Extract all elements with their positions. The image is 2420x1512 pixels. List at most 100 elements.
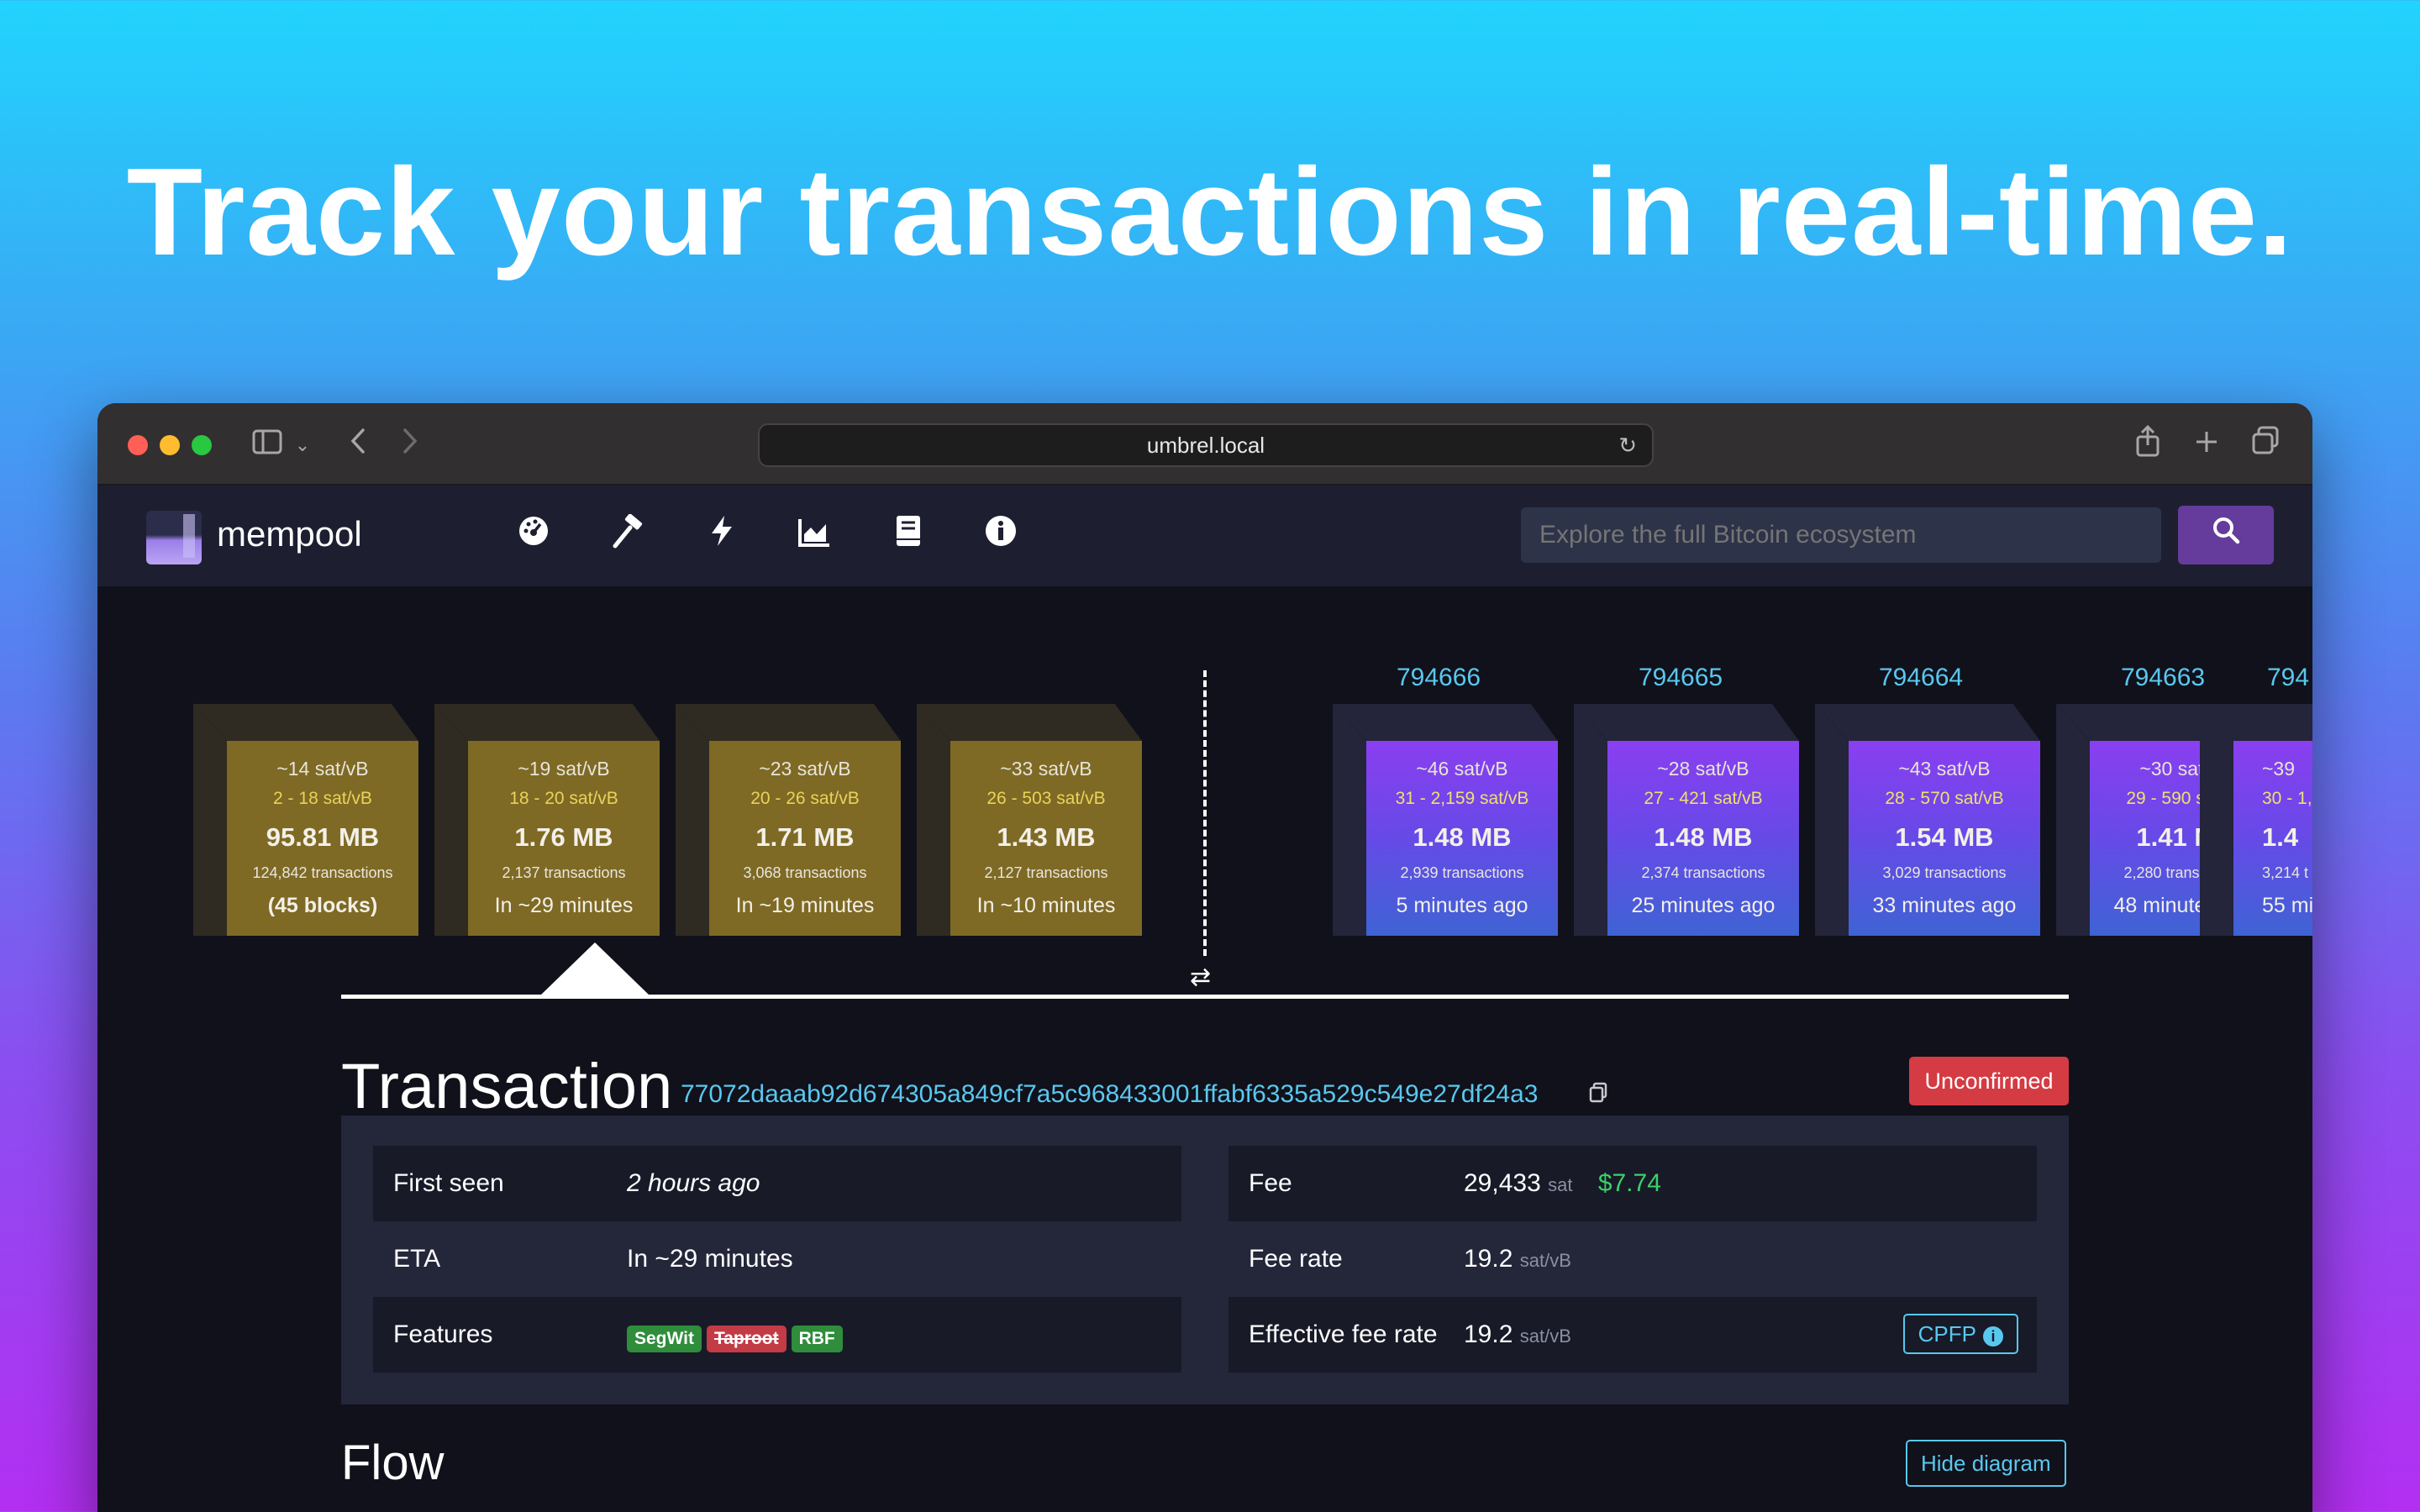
block-eta: In ~19 minutes (735, 894, 875, 917)
block-median-fee: ~28 sat/vB (1657, 758, 1749, 780)
block-tx-count: 2,127 transactions (984, 864, 1108, 881)
tab-overview-icon[interactable] (2249, 425, 2282, 465)
share-icon[interactable] (2131, 424, 2165, 465)
reload-icon[interactable]: ↻ (1618, 425, 1637, 465)
selected-block-pointer (539, 942, 650, 996)
mempool-block[interactable]: ~19 sat/vB 18 - 20 sat/vB 1.76 MB 2,137 … (434, 704, 660, 936)
features-label: Features (393, 1320, 493, 1348)
mined-block[interactable]: ~46 sat/vB 31 - 2,159 sat/vB 1.48 MB 2,9… (1333, 704, 1558, 936)
features-row: Features SegWit Taproot RBF (373, 1297, 1181, 1373)
block-median-fee: ~33 sat/vB (1000, 758, 1092, 780)
forward-icon[interactable] (393, 425, 427, 465)
status-badge: Unconfirmed (1909, 1057, 2069, 1105)
block-height-link[interactable]: 794666 (1397, 664, 1481, 692)
block-size: 1.48 MB (1654, 822, 1753, 852)
effective-fee-rate-row: Effective fee rate 19.2 sat/vB CPFP i (1228, 1297, 2037, 1373)
block-eta: In ~29 minutes (494, 894, 634, 917)
maximize-window-button[interactable] (192, 435, 212, 455)
page-content: ~14 sat/vB 2 - 18 sat/vB 95.81 MB 124,84… (97, 586, 2312, 1512)
app-navbar: mempool (97, 486, 2312, 586)
block-tx-count: 3,068 transactions (743, 864, 867, 881)
fee-usd-value: $7.74 (1597, 1169, 1661, 1197)
block-height-link[interactable]: 794663 (2121, 664, 2205, 692)
block-age: 5 minutes ago (1396, 894, 1528, 917)
transaction-details: First seen 2 hours ago ETA In ~29 minute… (341, 1116, 2069, 1404)
mined-block[interactable]: ~28 sat/vB 27 - 421 sat/vB 1.48 MB 2,374… (1574, 704, 1799, 936)
mempool-block[interactable]: ~14 sat/vB 2 - 18 sat/vB 95.81 MB 124,84… (193, 704, 418, 936)
info-icon: i (1983, 1326, 2003, 1347)
block-tx-count: 2,939 transactions (1400, 864, 1524, 881)
block-age: 33 minutes ago (1872, 894, 2017, 917)
taproot-badge[interactable]: Taproot (706, 1326, 786, 1352)
block-fee-range: 30 - 1, (2262, 789, 2312, 808)
swap-direction-icon[interactable]: ⇄ (1190, 963, 1211, 992)
first-seen-value: 2 hours ago (627, 1169, 760, 1197)
block-age: 55 mi (2262, 894, 2312, 917)
copy-icon[interactable] (1588, 1082, 1608, 1110)
address-bar[interactable]: umbrel.local ↻ (758, 423, 1654, 467)
chevron-down-icon[interactable]: ⌄ (292, 425, 313, 465)
transaction-id-link[interactable]: 77072daaab92d674305a849cf7a5c968433001ff… (681, 1080, 1538, 1109)
effective-fee-rate-unit: sat/vB (1519, 1326, 1571, 1347)
lightning-icon[interactable] (699, 514, 744, 559)
block-height-link[interactable]: 794664 (1879, 664, 1963, 692)
block-age: 25 minutes ago (1631, 894, 1776, 917)
docs-icon[interactable] (886, 514, 931, 559)
block-fee-range: 20 - 26 sat/vB (750, 789, 860, 808)
block-tx-count: 2,374 transactions (1641, 864, 1765, 881)
block-size: 1.43 MB (997, 822, 1096, 852)
block-median-fee: ~39 (2262, 758, 2296, 780)
block-height-link[interactable]: 794 (2267, 664, 2309, 692)
block-tx-count: 3,029 transactions (1882, 864, 2007, 881)
cpfp-button[interactable]: CPFP i (1902, 1314, 2018, 1354)
block-size: 1.54 MB (1895, 822, 1994, 852)
fee-rate-unit: sat/vB (1519, 1250, 1571, 1271)
block-height-link[interactable]: 794665 (1639, 664, 1723, 692)
block-size: 1.71 MB (755, 822, 855, 852)
hide-diagram-button[interactable]: Hide diagram (1906, 1440, 2066, 1487)
close-window-button[interactable] (128, 435, 148, 455)
search-icon (2213, 517, 2240, 544)
fee-value: 29,433 (1464, 1169, 1541, 1197)
eta-label: ETA (393, 1245, 441, 1273)
mempool-block[interactable]: ~33 sat/vB 26 - 503 sat/vB 1.43 MB 2,127… (917, 704, 1142, 936)
dashboard-icon[interactable] (511, 514, 556, 559)
eta-row: ETA In ~29 minutes (373, 1221, 1181, 1297)
block-median-fee: ~19 sat/vB (518, 758, 610, 780)
segwit-badge[interactable]: SegWit (627, 1326, 702, 1352)
block-eta: In ~10 minutes (976, 894, 1116, 917)
block-fee-range: 31 - 2,159 sat/vB (1395, 789, 1529, 808)
search-input[interactable] (1521, 507, 2161, 563)
block-size: 95.81 MB (266, 822, 380, 852)
fee-rate-value: 19.2 (1464, 1245, 1513, 1273)
browser-window: ⌄ umbrel.local ↻ mempool Explore the ful… (97, 403, 2312, 1512)
app-name[interactable]: mempool (217, 514, 362, 554)
minimize-window-button[interactable] (160, 435, 180, 455)
graphs-icon[interactable] (792, 514, 837, 559)
mined-block[interactable]: ~39 30 - 1, 1.4 3,214 t 55 mi (2200, 704, 2312, 936)
block-fee-range: 27 - 421 sat/vB (1644, 789, 1763, 808)
block-median-fee: ~43 sat/vB (1898, 758, 1991, 780)
mined-block[interactable]: ~43 sat/vB 28 - 570 sat/vB 1.54 MB 3,029… (1815, 704, 2040, 936)
block-size: 1.4 (2262, 822, 2299, 852)
block-tx-count: 3,214 t (2262, 864, 2309, 881)
block-size: 1.48 MB (1413, 822, 1512, 852)
back-icon[interactable] (341, 425, 375, 465)
url-text: umbrel.local (1146, 433, 1265, 458)
mempool-block[interactable]: ~23 sat/vB 20 - 26 sat/vB 1.71 MB 3,068 … (676, 704, 901, 936)
mempool-blockchain-divider (1203, 670, 1207, 956)
block-fee-range: 28 - 570 sat/vB (1885, 789, 2004, 808)
fee-rate-label: Fee rate (1249, 1245, 1343, 1273)
browser-titlebar: ⌄ umbrel.local ↻ (97, 403, 2312, 486)
block-tx-count: 124,842 transactions (252, 864, 393, 881)
new-tab-icon[interactable] (2190, 425, 2223, 465)
mining-hammer-icon[interactable] (605, 513, 650, 559)
search-button[interactable] (2178, 506, 2274, 564)
sidebar-toggle-icon[interactable] (249, 425, 286, 465)
mempool-logo-icon[interactable] (146, 511, 202, 564)
block-median-fee: ~23 sat/vB (759, 758, 851, 780)
first-seen-row: First seen 2 hours ago (373, 1146, 1181, 1221)
rbf-badge[interactable]: RBF (791, 1326, 843, 1352)
about-icon[interactable] (978, 514, 1023, 559)
block-tx-count: 2,137 transactions (502, 864, 626, 881)
